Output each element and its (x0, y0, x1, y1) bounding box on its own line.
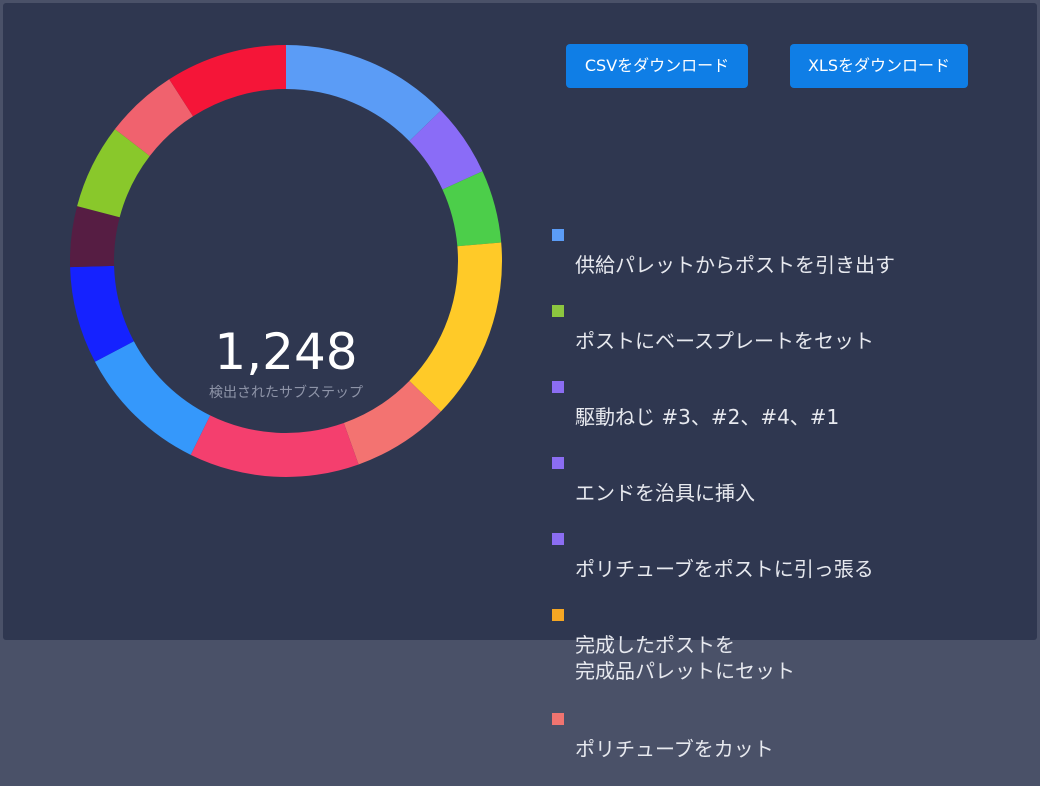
legend-label: 駆動ねじ #3、#2、#4、#1 (575, 405, 840, 429)
legend-swatch (552, 609, 564, 621)
legend-label: ポリチューブをポストに引っ張る (575, 557, 874, 581)
donut-segment[interactable] (190, 415, 359, 477)
legend-item[interactable]: 完成したポストを 完成品パレットにセット (552, 606, 1022, 684)
legend-item[interactable]: ポストにベースプレートをセット (552, 302, 1022, 354)
download-csv-button[interactable]: CSVをダウンロード (566, 44, 748, 88)
legend-item[interactable]: 駆動ねじ #3、#2、#4、#1 (552, 378, 1022, 430)
donut-segment[interactable] (169, 45, 286, 117)
legend-item[interactable]: ポリチューブをポストに引っ張る (552, 530, 1022, 582)
legend-item[interactable]: ポリチューブをカット (552, 710, 1022, 762)
legend-swatch (552, 305, 564, 317)
legend-label: ポストにベースプレートをセット (575, 329, 874, 353)
legend-swatch (552, 457, 564, 469)
legend-label: エンドを治具に挿入 (575, 481, 755, 505)
donut-segments (70, 45, 502, 477)
legend-swatch (552, 381, 564, 393)
legend-swatch (552, 533, 564, 545)
donut-segment[interactable] (409, 242, 502, 412)
chart-legend: 供給パレットからポストを引き出す ポストにベースプレートをセット 駆動ねじ #3… (552, 226, 1022, 786)
legend-swatch (552, 229, 564, 241)
legend-label: ポリチューブをカット (575, 737, 774, 761)
total-count-caption: 検出されたサブステップ (209, 385, 363, 401)
total-count: 1,248 (214, 323, 358, 381)
donut-chart (70, 45, 502, 477)
legend-label: 完成したポストを 完成品パレットにセット (575, 633, 795, 683)
legend-swatch (552, 713, 564, 725)
legend-item[interactable]: 供給パレットからポストを引き出す (552, 226, 1022, 278)
legend-item[interactable]: エンドを治具に挿入 (552, 454, 1022, 506)
download-xls-button[interactable]: XLSをダウンロード (790, 44, 968, 88)
legend-label: 供給パレットからポストを引き出す (575, 253, 895, 277)
donut-segment[interactable] (286, 45, 441, 142)
